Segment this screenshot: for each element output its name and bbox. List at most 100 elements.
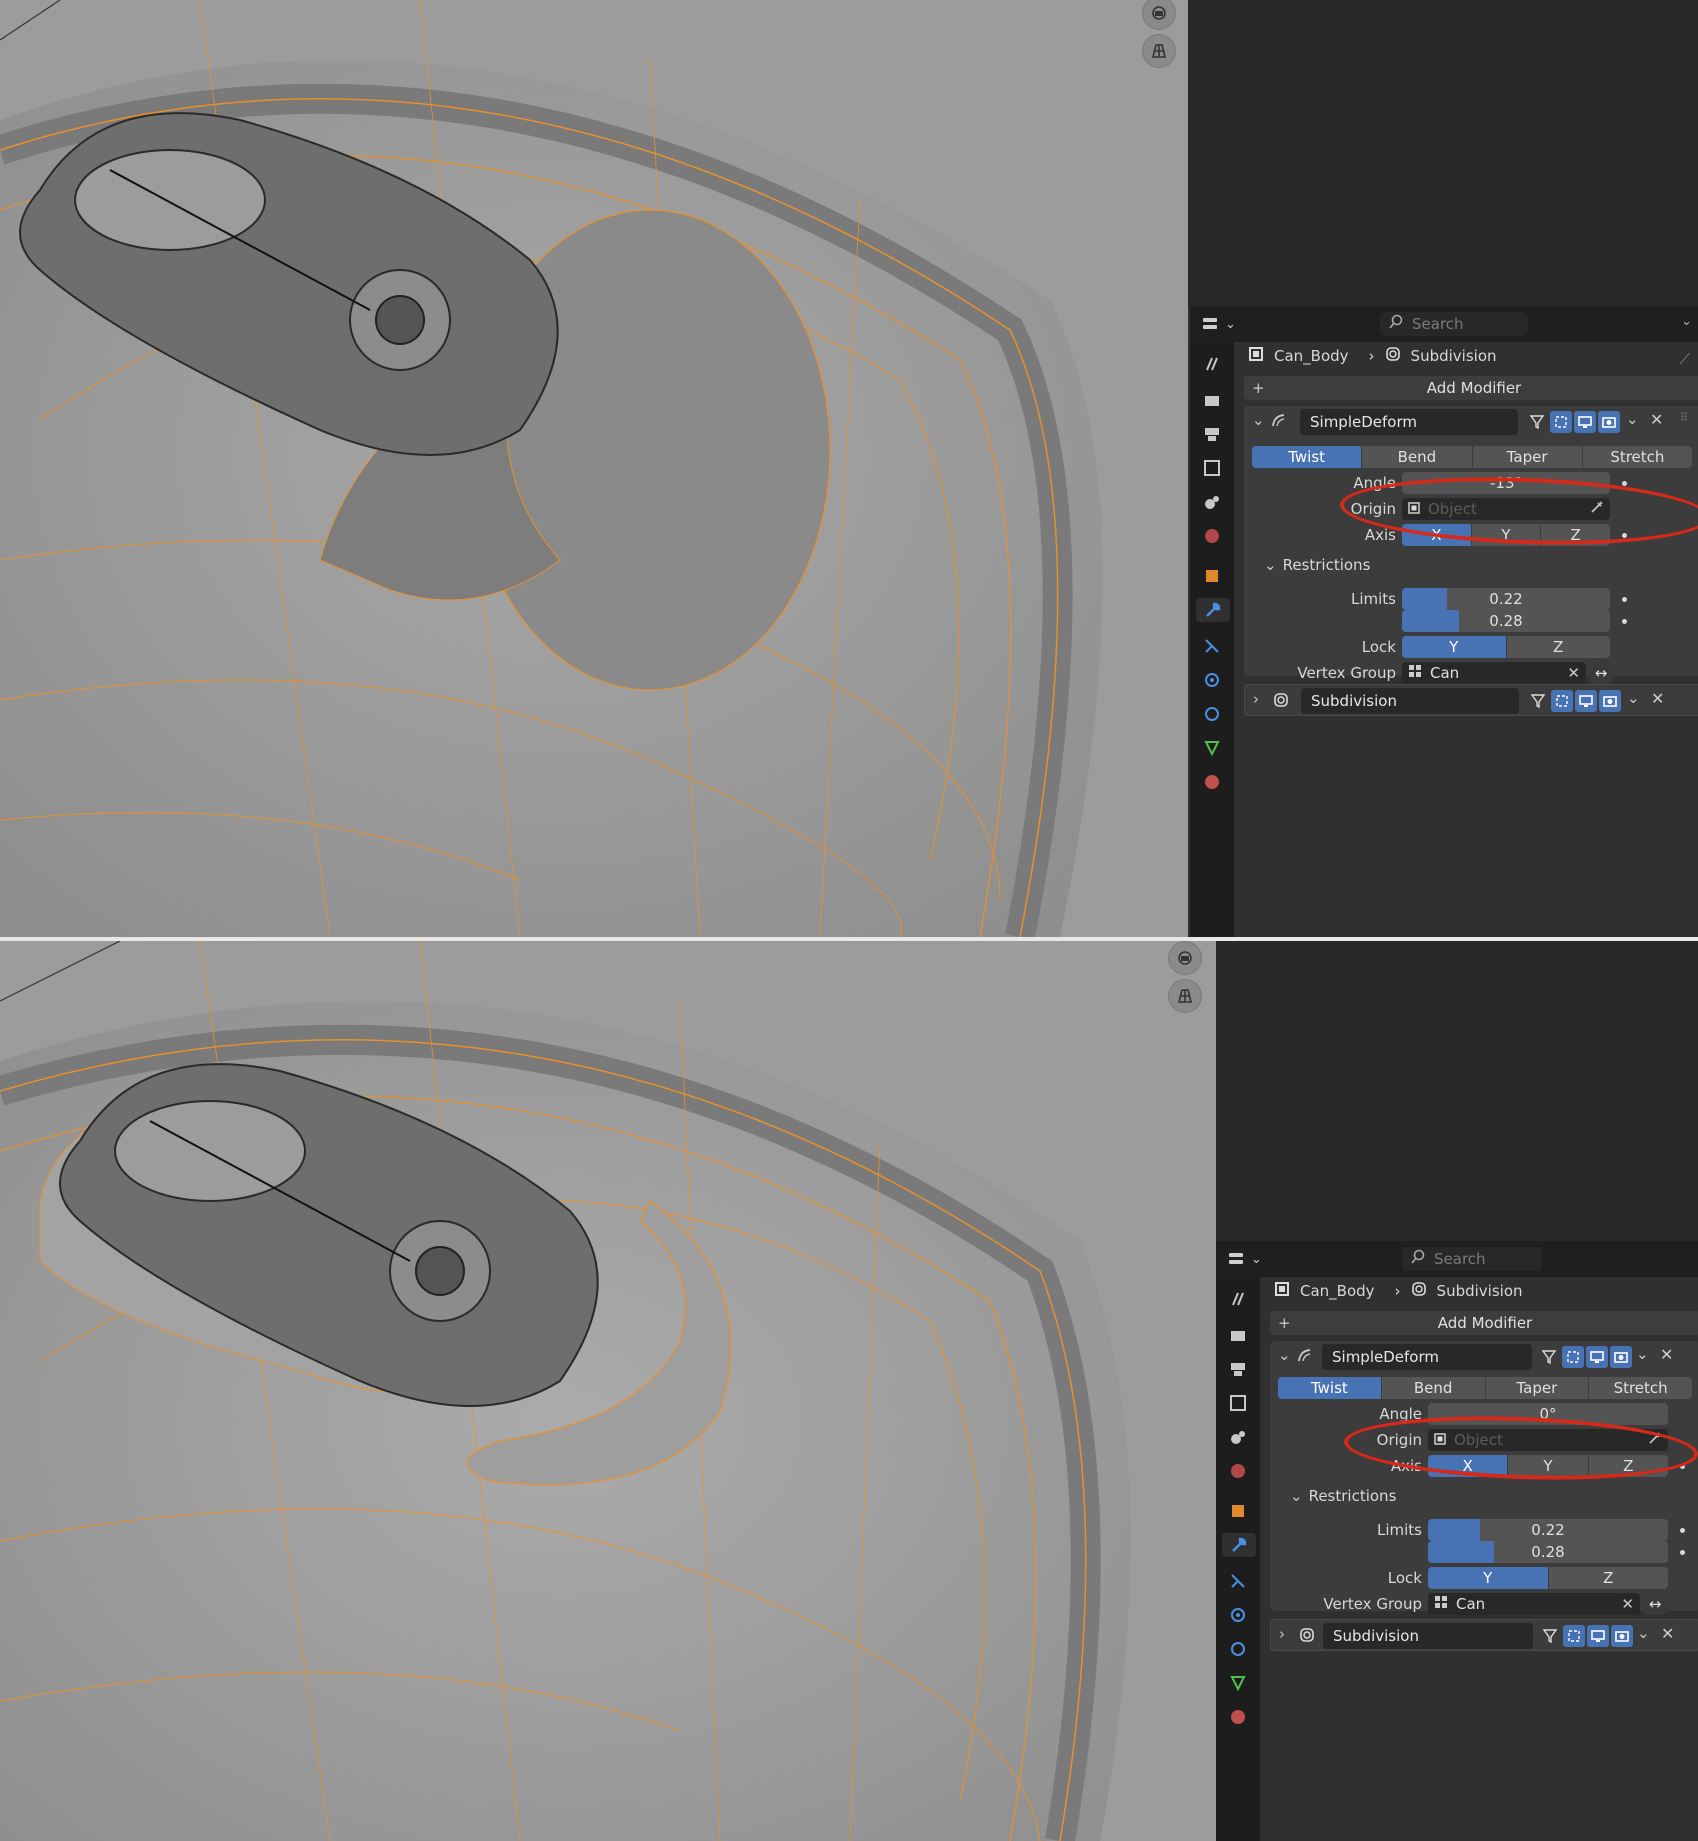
expand-icon[interactable]: › (1253, 690, 1259, 708)
material-tab-icon[interactable] (1226, 1705, 1250, 1729)
keyframe-dot[interactable] (1622, 597, 1627, 602)
scene-tab-icon[interactable] (1200, 490, 1224, 514)
wrench-icon[interactable] (1196, 598, 1230, 622)
physics-tab-icon[interactable] (1200, 668, 1224, 692)
mode-bend[interactable]: Bend (1382, 1377, 1486, 1399)
lock-z[interactable]: Z (1549, 1567, 1669, 1589)
mode-bend[interactable]: Bend (1362, 446, 1473, 468)
keyframe-dot[interactable] (1680, 1528, 1685, 1533)
restrictions-subpanel-header[interactable]: ⌄ Restrictions (1290, 1487, 1396, 1505)
output-tab-icon[interactable] (1226, 1357, 1250, 1381)
wrench-icon[interactable] (1222, 1533, 1256, 1557)
editmode-icon[interactable] (1563, 1625, 1585, 1647)
clear-icon[interactable]: ✕ (1621, 1595, 1634, 1613)
chevron-down-icon[interactable]: ⌄ (1626, 410, 1639, 428)
3d-viewport-top[interactable] (0, 0, 1188, 937)
object-tab-icon[interactable] (1200, 564, 1224, 588)
object-tab-icon[interactable] (1226, 1499, 1250, 1523)
chevron-down-icon[interactable]: ⌄ (1636, 1345, 1649, 1363)
keyframe-dot[interactable] (1622, 533, 1627, 538)
render-tab-icon[interactable] (1200, 388, 1224, 412)
pin-icon[interactable]: ⟋ (1679, 350, 1690, 368)
drag-handle-icon[interactable]: ⠿ (1680, 411, 1688, 424)
render-icon[interactable] (1599, 690, 1621, 712)
collapse-chevron-icon[interactable]: ⌄ (1278, 1346, 1291, 1364)
close-icon[interactable]: ✕ (1660, 1345, 1673, 1364)
search-input[interactable]: Search (1402, 1247, 1542, 1271)
angle-field[interactable]: -13° (1402, 472, 1610, 494)
modifier-name-input[interactable]: SimpleDeform (1300, 409, 1518, 435)
clear-icon[interactable]: ✕ (1567, 664, 1580, 682)
realtime-icon[interactable] (1575, 690, 1597, 712)
axis-x[interactable]: X (1402, 524, 1472, 546)
eyedropper-icon[interactable] (1590, 500, 1604, 518)
lock-y[interactable]: Y (1402, 636, 1507, 658)
mode-taper[interactable]: Taper (1486, 1377, 1590, 1399)
lock-z[interactable]: Z (1507, 636, 1611, 658)
filter-icon[interactable] (1538, 1346, 1560, 1368)
editor-type-icon[interactable]: ⌄ (1202, 312, 1242, 336)
restrictions-subpanel-header[interactable]: ⌄ Restrictions (1264, 556, 1370, 574)
filter-icon[interactable] (1526, 411, 1548, 433)
world-tab-icon[interactable] (1226, 1459, 1250, 1483)
material-tab-icon[interactable] (1200, 770, 1224, 794)
chevron-down-icon[interactable]: ⌄ (1627, 689, 1640, 707)
axis-z[interactable]: Z (1541, 524, 1610, 546)
chevron-down-icon[interactable]: ⌄ (1637, 1624, 1650, 1642)
camera-view-icon[interactable] (1168, 941, 1202, 975)
deform-mode-selector[interactable]: Twist Bend Taper Stretch (1278, 1377, 1692, 1399)
realtime-icon[interactable] (1586, 1346, 1608, 1368)
modifier-name-input[interactable]: Subdivision (1301, 688, 1519, 714)
expand-icon[interactable]: › (1279, 1625, 1285, 1643)
scene-tab-icon[interactable] (1226, 1425, 1250, 1449)
render-icon[interactable] (1610, 1346, 1632, 1368)
invert-icon[interactable]: ↔ (1590, 662, 1612, 684)
particles-tab-icon[interactable] (1226, 1569, 1250, 1593)
mode-twist[interactable]: Twist (1278, 1377, 1382, 1399)
editmode-icon[interactable] (1551, 690, 1573, 712)
limit-min-slider[interactable]: 0.22 (1402, 588, 1610, 610)
limit-max-slider[interactable]: 0.28 (1428, 1541, 1668, 1563)
invert-icon[interactable]: ↔ (1644, 1593, 1666, 1615)
3d-viewport-bottom[interactable] (0, 941, 1216, 1841)
render-tab-icon[interactable] (1226, 1323, 1250, 1347)
origin-field[interactable]: Object (1428, 1429, 1668, 1451)
grid-view-icon[interactable] (1168, 979, 1202, 1013)
data-tab-icon[interactable] (1226, 1671, 1250, 1695)
view-layer-tab-icon[interactable] (1226, 1391, 1250, 1415)
tool-tab-icon[interactable] (1200, 352, 1224, 376)
eyedropper-icon[interactable] (1648, 1431, 1662, 1449)
axis-z[interactable]: Z (1589, 1455, 1668, 1477)
mode-taper[interactable]: Taper (1473, 446, 1583, 468)
angle-field[interactable]: 0° (1428, 1403, 1668, 1425)
mode-stretch[interactable]: Stretch (1583, 446, 1692, 468)
vertex-group-field[interactable]: Can ✕ (1428, 1593, 1640, 1615)
constraints-tab-icon[interactable] (1200, 702, 1224, 726)
data-tab-icon[interactable] (1200, 736, 1224, 760)
keyframe-dot[interactable] (1622, 481, 1627, 486)
axis-y[interactable]: Y (1472, 524, 1542, 546)
vertex-group-field[interactable]: Can ✕ (1402, 662, 1586, 684)
grid-view-icon[interactable] (1142, 34, 1176, 68)
close-icon[interactable]: ✕ (1650, 410, 1663, 429)
limit-min-slider[interactable]: 0.22 (1428, 1519, 1668, 1541)
modifier-name-input[interactable]: Subdivision (1323, 1623, 1533, 1649)
editmode-icon[interactable] (1562, 1346, 1584, 1368)
origin-field[interactable]: Object (1402, 498, 1610, 520)
axis-x[interactable]: X (1428, 1455, 1509, 1477)
particles-tab-icon[interactable] (1200, 634, 1224, 658)
close-icon[interactable]: ✕ (1661, 1624, 1674, 1643)
close-icon[interactable]: ✕ (1651, 689, 1664, 708)
constraints-tab-icon[interactable] (1226, 1637, 1250, 1661)
axis-selector[interactable]: X Y Z (1402, 524, 1610, 546)
mode-stretch[interactable]: Stretch (1589, 1377, 1692, 1399)
deform-mode-selector[interactable]: Twist Bend Taper Stretch (1252, 446, 1692, 468)
lock-y[interactable]: Y (1428, 1567, 1549, 1589)
filter-icon[interactable] (1527, 690, 1549, 712)
add-modifier-button[interactable]: + Add Modifier (1270, 1311, 1698, 1335)
physics-tab-icon[interactable] (1226, 1603, 1250, 1627)
realtime-icon[interactable] (1587, 1625, 1609, 1647)
view-layer-tab-icon[interactable] (1200, 456, 1224, 480)
collapse-chevron-icon[interactable]: ⌄ (1252, 411, 1265, 429)
search-input[interactable]: Search (1380, 312, 1528, 336)
